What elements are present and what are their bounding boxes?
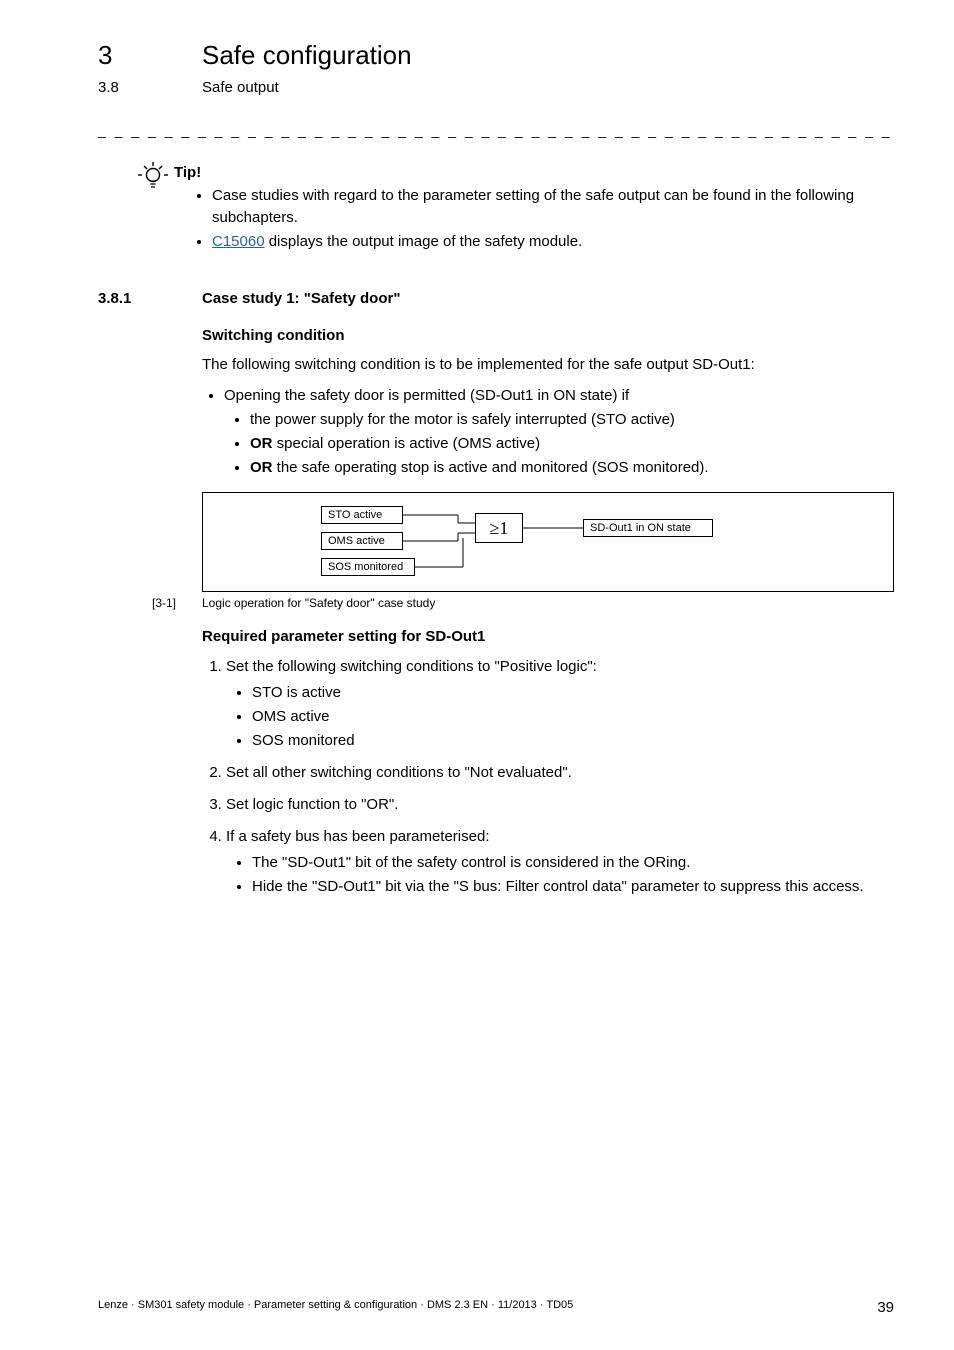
step-item: If a safety bus has been parameterised: … [226, 825, 894, 899]
page-number: 39 [877, 1299, 894, 1316]
diagram-or-gate: ≥1 [475, 513, 523, 543]
required-heading: Required parameter setting for SD-Out1 [202, 628, 894, 645]
chapter-title: Safe configuration [202, 40, 412, 71]
step-text: Set the following switching conditions t… [226, 658, 597, 675]
figure-number: [3-1] [152, 596, 202, 610]
tip-item-text: displays the output image of the safety … [265, 233, 583, 250]
logic-diagram: STO active OMS active SOS monitored ≥1 S… [202, 492, 894, 592]
list-item: OR the safe operating stop is active and… [250, 456, 894, 480]
subsection-title: Case study 1: "Safety door" [202, 290, 400, 307]
list-item-text: Opening the safety door is permitted (SD… [224, 387, 629, 404]
tip-label: Tip! [174, 164, 894, 181]
step-item: Set all other switching conditions to "N… [226, 761, 894, 785]
diagram-box-output: SD-Out1 in ON state [583, 519, 713, 537]
step-text: If a safety bus has been parameterised: [226, 828, 490, 845]
list-item: STO is active [252, 681, 894, 705]
switching-intro: The following switching condition is to … [202, 354, 894, 376]
diagram-box-oms: OMS active [321, 532, 403, 550]
switching-heading: Switching condition [202, 327, 894, 344]
section-number: 3.8 [98, 79, 202, 96]
list-item: OR special operation is active (OMS acti… [250, 432, 894, 456]
step-item: Set the following switching conditions t… [226, 655, 894, 753]
list-item: SOS monitored [252, 729, 894, 753]
divider: _ _ _ _ _ _ _ _ _ _ _ _ _ _ _ _ _ _ _ _ … [98, 122, 894, 138]
list-item: Hide the "SD-Out1" bit via the "S bus: F… [252, 875, 894, 899]
tip-item: Case studies with regard to the paramete… [212, 185, 894, 229]
list-item: The "SD-Out1" bit of the safety control … [252, 851, 894, 875]
section-title: Safe output [202, 79, 279, 96]
subsection-number: 3.8.1 [98, 290, 202, 307]
list-item: Opening the safety door is permitted (SD… [224, 384, 894, 480]
chapter-number: 3 [98, 40, 202, 71]
step-item: Set logic function to "OR". [226, 793, 894, 817]
tip-icon [132, 160, 174, 254]
link-c15060[interactable]: C15060 [212, 233, 265, 250]
list-item: the power supply for the motor is safely… [250, 408, 894, 432]
footer-text: Lenze · SM301 safety module · Parameter … [98, 1299, 573, 1316]
list-item: OMS active [252, 705, 894, 729]
figure-caption: Logic operation for "Safety door" case s… [202, 596, 435, 610]
tip-item: C15060 displays the output image of the … [212, 231, 894, 253]
diagram-box-sos: SOS monitored [321, 558, 415, 576]
diagram-box-sto: STO active [321, 506, 403, 524]
